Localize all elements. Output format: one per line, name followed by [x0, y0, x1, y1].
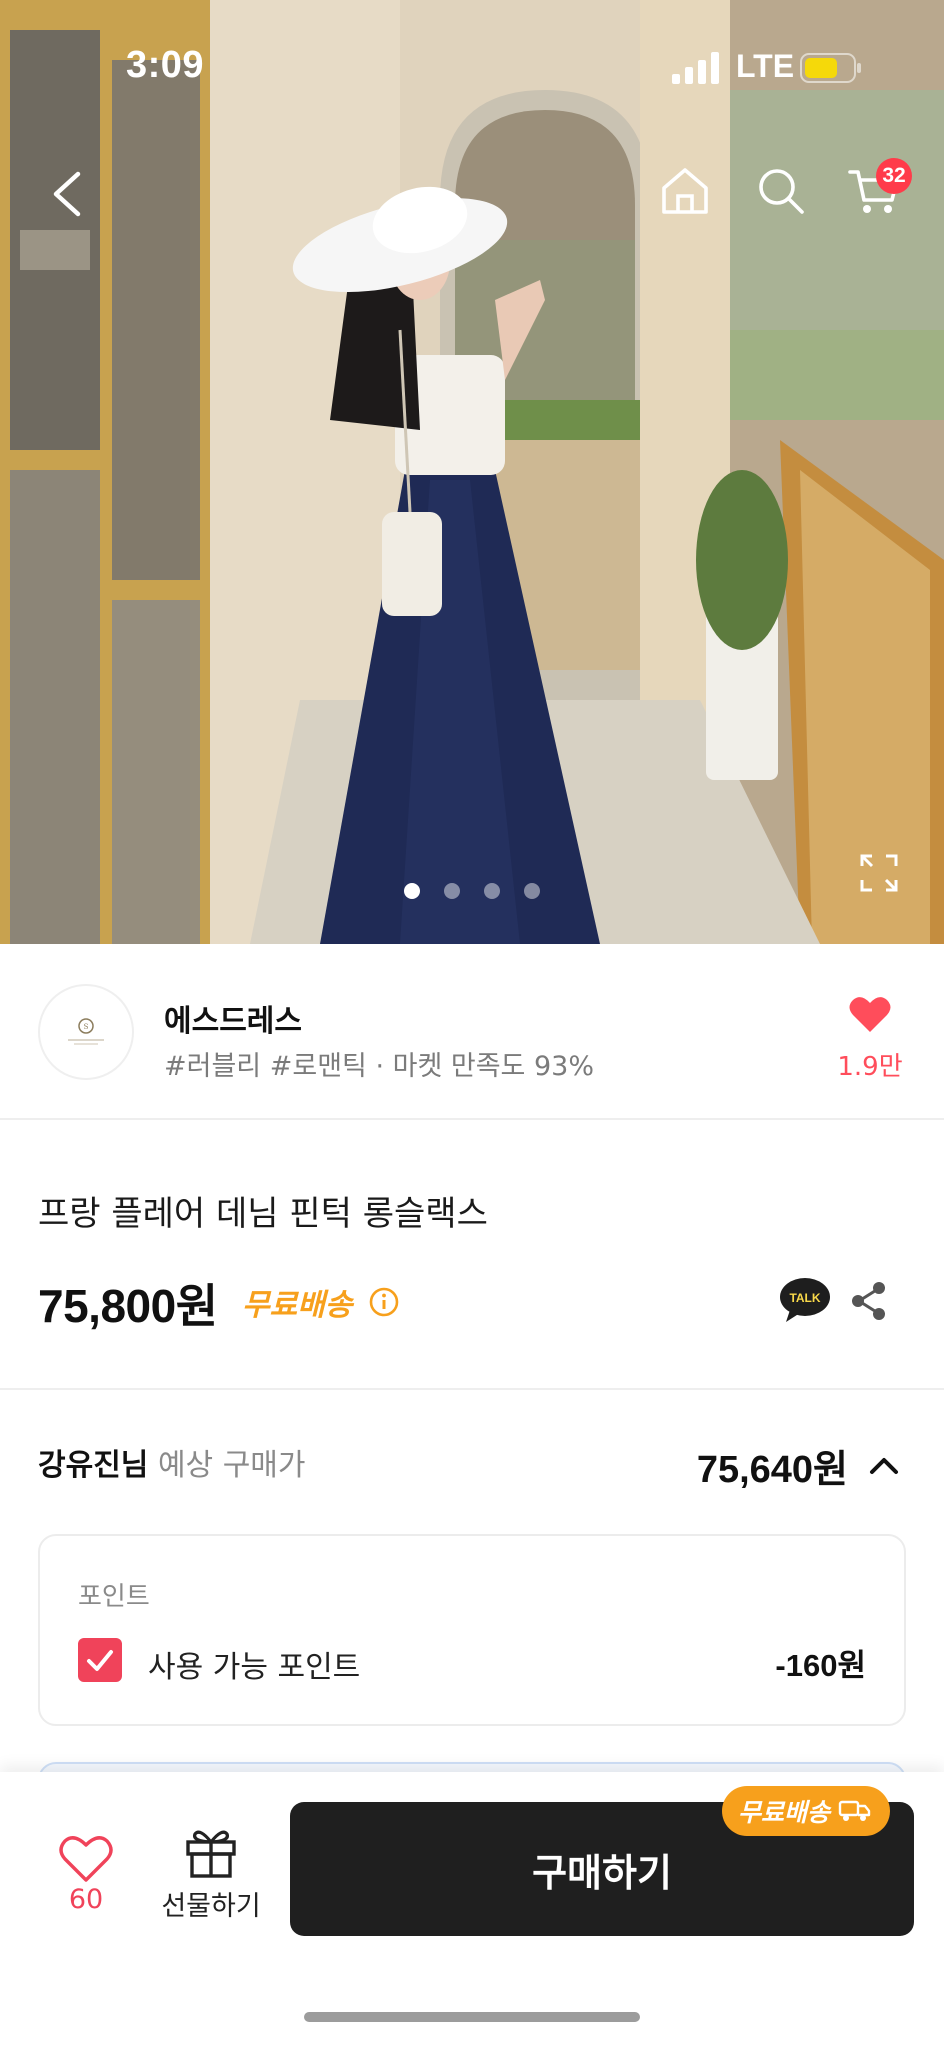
home-icon [662, 168, 708, 214]
seller-logo-mark: S [68, 1018, 104, 1045]
product-info: 프랑 플레어 데님 핀턱 롱슬랙스 75,800원 무료배송 TALK [0, 1120, 944, 1390]
gift-label[interactable]: 선물하기 [154, 1884, 268, 1923]
expected-price-row[interactable]: 강유진님 예상 구매가 75,640원 [0, 1390, 944, 1530]
heart-icon[interactable] [848, 994, 892, 1034]
seller-logo[interactable]: S [38, 984, 134, 1080]
back-button[interactable] [42, 160, 92, 228]
share-icon[interactable] [848, 1280, 890, 1322]
status-time: 3:09 [126, 44, 205, 86]
wishlist-button[interactable] [56, 1830, 116, 1890]
user-name: 강유진님 [38, 1448, 149, 1483]
points-label: 사용 가능 포인트 [148, 1650, 361, 1685]
free-shipping-tag: 무료배송 [722, 1786, 891, 1836]
gift-button[interactable] [182, 1824, 240, 1880]
expand-button[interactable] [858, 852, 900, 894]
expected-price-label: 강유진님 예상 구매가 [38, 1440, 306, 1484]
product-photo-illustration [0, 0, 944, 944]
gift-icon [186, 1830, 236, 1878]
truck-icon [838, 1800, 871, 1821]
cellular-signal-icon [672, 52, 719, 84]
product-title: 프랑 플레어 데님 핀턱 롱슬랙스 [38, 1194, 488, 1234]
talk-label: TALK [789, 1291, 820, 1305]
product-price: 75,800원 [38, 1280, 218, 1332]
kakao-talk-icon: TALK [780, 1278, 830, 1322]
seller-section[interactable]: S 에스드레스 #러블리 #로맨틱 · 마켓 만족도 93% 1.9만 [0, 944, 944, 1120]
status-bar: 3:09 LTE [0, 0, 944, 140]
points-checkbox[interactable] [78, 1638, 122, 1682]
battery-icon [800, 53, 861, 83]
cart-count-badge: 32 [876, 158, 912, 194]
bottom-action-bar: 60 선물하기 구매하기 무료배송 [0, 1772, 944, 2046]
network-type: LTE [736, 48, 795, 84]
free-shipping-label: 무료배송 [242, 1288, 353, 1323]
expected-price-value: 75,640원 [696, 1449, 848, 1491]
wishlist-count: 60 [68, 1884, 104, 1915]
search-icon [759, 169, 804, 214]
svg-text:S: S [84, 1023, 89, 1031]
points-value: -160원 [775, 1648, 866, 1683]
check-icon [87, 1650, 113, 1671]
chevron-up-icon[interactable] [866, 1448, 902, 1484]
free-shipping-tag-label: 무료배송 [738, 1798, 831, 1827]
seller-name[interactable]: 에스드레스 [164, 996, 302, 1040]
seller-tags: #러블리 #로맨틱 · 마켓 만족도 93% [164, 1051, 594, 1082]
points-box: 포인트 사용 가능 포인트 -160원 [38, 1534, 906, 1726]
expand-icon [860, 854, 898, 892]
home-button[interactable] [656, 162, 714, 220]
kakao-talk-share-button[interactable]: TALK [778, 1276, 832, 1324]
gallery-dot[interactable] [444, 883, 460, 899]
gallery-dot[interactable] [524, 883, 540, 899]
info-icon[interactable] [368, 1286, 400, 1318]
home-indicator [304, 2012, 640, 2022]
points-title: 포인트 [78, 1582, 150, 1612]
chevron-left-icon [53, 171, 81, 217]
gallery-dot[interactable] [404, 883, 420, 899]
expected-price-text: 예상 구매가 [157, 1448, 306, 1483]
seller-like-count: 1.9만 [837, 1052, 903, 1082]
search-button[interactable] [752, 162, 810, 220]
gallery-pagination [404, 883, 540, 899]
gallery-dot[interactable] [484, 883, 500, 899]
heart-outline-icon [59, 1836, 113, 1882]
product-image[interactable]: 3:09 LTE 32 [0, 0, 944, 944]
